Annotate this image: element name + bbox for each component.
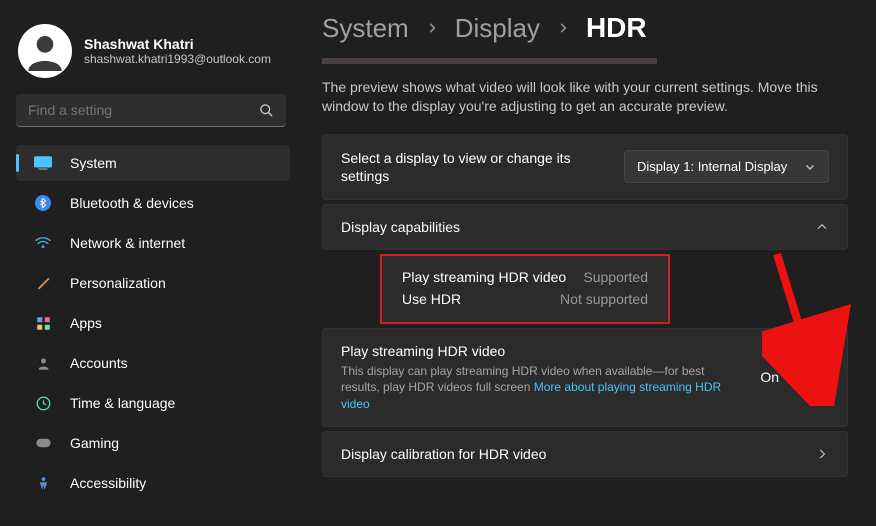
avatar: [18, 24, 72, 78]
sidebar-item-time[interactable]: Time & language: [16, 385, 290, 421]
capability-value: Not supported: [560, 291, 648, 307]
capability-value: Supported: [583, 269, 648, 285]
sidebar-item-label: Apps: [70, 315, 102, 331]
accessibility-icon: [34, 474, 52, 492]
display-dropdown[interactable]: Display 1: Internal Display: [624, 150, 829, 183]
sidebar-item-gaming[interactable]: Gaming: [16, 425, 290, 461]
toggle-knob: [812, 370, 826, 384]
brush-icon: [34, 274, 52, 292]
sidebar-item-accessibility[interactable]: Accessibility: [16, 465, 290, 501]
sidebar-item-label: Gaming: [70, 435, 119, 451]
calibration-title: Display calibration for HDR video: [341, 446, 546, 462]
main-content: System Display HDR The preview shows wha…: [300, 0, 876, 526]
sidebar-item-label: Bluetooth & devices: [70, 195, 194, 211]
nav-list: System Bluetooth & devices Network & int…: [16, 145, 290, 501]
sidebar-item-label: Personalization: [70, 275, 166, 291]
stream-hdr-title: Play streaming HDR video: [341, 343, 746, 359]
preview-strip: [322, 58, 657, 64]
chevron-right-icon: [815, 447, 829, 461]
chevron-down-icon: [804, 161, 816, 173]
sidebar-item-network[interactable]: Network & internet: [16, 225, 290, 261]
display-selector-card: Select a display to view or change its s…: [322, 134, 848, 200]
capability-key: Use HDR: [402, 291, 461, 307]
sidebar-item-bluetooth[interactable]: Bluetooth & devices: [16, 185, 290, 221]
display-capabilities-title: Display capabilities: [341, 219, 460, 235]
search-input[interactable]: [28, 102, 259, 118]
display-calibration-card[interactable]: Display calibration for HDR video: [322, 431, 848, 477]
stream-hdr-toggle[interactable]: [789, 367, 829, 387]
sidebar-item-apps[interactable]: Apps: [16, 305, 290, 341]
display-capabilities-expander[interactable]: Display capabilities: [322, 204, 848, 250]
sidebar-item-label: Time & language: [70, 395, 175, 411]
monitor-icon: [34, 154, 52, 172]
sidebar-item-label: System: [70, 155, 117, 171]
gaming-icon: [34, 434, 52, 452]
capabilities-highlight: Play streaming HDR video Supported Use H…: [380, 254, 670, 324]
profile-block[interactable]: Shashwat Khatri shashwat.khatri1993@outl…: [12, 16, 290, 94]
search-box[interactable]: [16, 94, 286, 127]
search-icon: [259, 103, 274, 118]
wifi-icon: [34, 234, 52, 252]
chevron-right-icon: [425, 21, 439, 35]
display-dropdown-value: Display 1: Internal Display: [637, 159, 787, 174]
breadcrumb-display[interactable]: Display: [455, 13, 540, 44]
chevron-up-icon: [815, 220, 829, 234]
breadcrumb: System Display HDR: [322, 12, 848, 44]
sidebar-item-label: Accounts: [70, 355, 128, 371]
clock-icon: [34, 394, 52, 412]
breadcrumb-hdr: HDR: [586, 12, 647, 44]
sidebar: Shashwat Khatri shashwat.khatri1993@outl…: [0, 0, 300, 526]
preview-note: The preview shows what video will look l…: [322, 78, 842, 116]
capability-key: Play streaming HDR video: [402, 269, 566, 285]
profile-email: shashwat.khatri1993@outlook.com: [84, 52, 271, 66]
stream-hdr-desc: This display can play streaming HDR vide…: [341, 363, 731, 412]
bluetooth-icon: [34, 194, 52, 212]
play-streaming-hdr-card: Play streaming HDR video This display ca…: [322, 328, 848, 427]
sidebar-item-accounts[interactable]: Accounts: [16, 345, 290, 381]
apps-icon: [34, 314, 52, 332]
person-icon: [25, 31, 65, 71]
sidebar-item-personalization[interactable]: Personalization: [16, 265, 290, 301]
breadcrumb-system[interactable]: System: [322, 13, 409, 44]
sidebar-item-system[interactable]: System: [16, 145, 290, 181]
profile-name: Shashwat Khatri: [84, 36, 271, 52]
sidebar-item-label: Accessibility: [70, 475, 146, 491]
chevron-right-icon: [556, 21, 570, 35]
accounts-icon: [34, 354, 52, 372]
display-selector-label: Select a display to view or change its s…: [341, 149, 606, 185]
toggle-state-label: On: [760, 369, 779, 385]
capability-row: Play streaming HDR video Supported: [402, 266, 648, 288]
sidebar-item-label: Network & internet: [70, 235, 185, 251]
capability-row: Use HDR Not supported: [402, 288, 648, 310]
